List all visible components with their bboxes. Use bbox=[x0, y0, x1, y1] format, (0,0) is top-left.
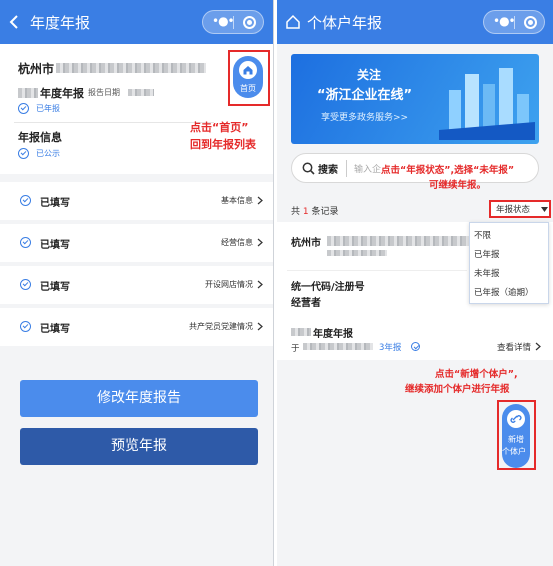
annotation-home-1: 点击“首页” bbox=[190, 121, 249, 134]
row-status: 已填写 bbox=[40, 324, 70, 335]
count-suffix: 条记录 bbox=[311, 207, 339, 217]
check-circle-icon bbox=[20, 195, 31, 206]
filter-label: 年报状态 bbox=[496, 205, 531, 215]
check-circle-icon bbox=[20, 237, 31, 248]
record-status: 3年报 bbox=[379, 343, 402, 353]
reported-check-icon bbox=[18, 103, 29, 114]
status-reported: 已年报 bbox=[36, 104, 60, 113]
banner-line-1: 关注 bbox=[357, 68, 382, 82]
card-divider bbox=[14, 122, 214, 123]
company-city: 杭州市 bbox=[18, 62, 55, 76]
capsule-divider bbox=[233, 16, 234, 29]
preview-report-button[interactable]: 预览年报 bbox=[20, 428, 258, 465]
row-status: 已填写 bbox=[40, 198, 70, 209]
chevron-right-icon bbox=[257, 322, 263, 331]
row-online-store[interactable]: 已填写 开设网店情况 bbox=[0, 266, 273, 304]
record-name-redacted bbox=[327, 236, 477, 246]
mini-program-capsule[interactable]: •●• bbox=[483, 10, 545, 34]
city-illustration-icon bbox=[439, 68, 535, 140]
record-city: 杭州市 bbox=[291, 238, 321, 249]
report-date-redacted bbox=[128, 89, 154, 96]
chevron-right-icon bbox=[257, 280, 263, 289]
home-highlight-box bbox=[228, 50, 270, 106]
count-value: 1 bbox=[302, 207, 309, 217]
record-name-redacted-2 bbox=[327, 250, 387, 256]
annotation-add-2: 继续添加个体户进行年报 bbox=[405, 384, 510, 395]
annotation-status-1: 点击“年报状态”,选择“未年报” bbox=[381, 165, 515, 176]
check-circle-icon bbox=[20, 279, 31, 290]
row-status: 已填写 bbox=[40, 282, 70, 293]
annual-report-detail-screen: 年度年报 •●• 杭州市 年度年报 报告日期 已年报 年报信息 已公示 首页 点… bbox=[0, 0, 274, 566]
dropdown-option-unreported[interactable]: 未年报 bbox=[474, 267, 500, 279]
record-prefix: 于 bbox=[291, 344, 300, 354]
individual-business-report-screen: 个体户年报 •●• 关注 “浙江企业在线” 享受更多政务服务>> 搜索 输入企 … bbox=[277, 0, 553, 566]
back-icon[interactable] bbox=[8, 14, 20, 30]
status-dropdown: 不限 已年报 未年报 已年报（逾期） bbox=[469, 222, 549, 304]
status-public: 已公示 bbox=[36, 149, 60, 158]
chevron-right-icon bbox=[535, 342, 541, 351]
row-name: 基本信息 bbox=[221, 196, 253, 205]
more-icon[interactable]: •●• bbox=[212, 14, 235, 28]
report-status-filter[interactable]: 年报状态 bbox=[489, 200, 551, 218]
promo-banner[interactable]: 关注 “浙江企业在线” 享受更多政务服务>> bbox=[291, 54, 539, 144]
modify-report-button[interactable]: 修改年度报告 bbox=[20, 380, 258, 417]
row-business-info[interactable]: 已填写 经营信息 bbox=[0, 224, 273, 262]
row-name: 共产党员党建情况 bbox=[189, 322, 253, 331]
close-mini-program-icon[interactable] bbox=[524, 16, 537, 29]
operator-label: 经营者 bbox=[291, 298, 321, 309]
page-title: 年度年报 bbox=[30, 14, 91, 32]
page-title: 个体户年报 bbox=[307, 14, 383, 32]
record-year-title: 年度年报 bbox=[313, 329, 353, 340]
dropdown-option-overdue[interactable]: 已年报（逾期） bbox=[474, 286, 534, 298]
annotation-home-2: 回到年报列表 bbox=[190, 138, 256, 151]
more-icon[interactable]: •●• bbox=[493, 14, 516, 28]
top-bar: 年度年报 •●• bbox=[0, 0, 273, 44]
record-date-redacted bbox=[303, 343, 373, 350]
status-check-icon bbox=[411, 342, 420, 351]
company-name-redacted bbox=[56, 63, 206, 73]
report-info-title: 年报信息 bbox=[18, 131, 62, 144]
annotation-add-1: 点击“新增个体户”, bbox=[435, 369, 518, 380]
row-name: 经营信息 bbox=[221, 238, 253, 247]
row-basic-info[interactable]: 已填写 基本信息 bbox=[0, 182, 273, 220]
year-report-title: 年度年报 bbox=[40, 87, 84, 100]
chevron-right-icon bbox=[257, 196, 263, 205]
home-outline-icon[interactable] bbox=[285, 14, 301, 30]
public-check-icon bbox=[18, 148, 29, 159]
view-detail-link[interactable]: 查看详情 bbox=[497, 341, 531, 353]
row-name: 开设网店情况 bbox=[205, 280, 253, 289]
capsule-divider bbox=[514, 16, 515, 29]
count-prefix: 共 bbox=[291, 207, 301, 217]
mini-program-capsule[interactable]: •●• bbox=[202, 10, 264, 34]
check-circle-icon bbox=[20, 321, 31, 332]
row-party-building[interactable]: 已填写 共产党员党建情况 bbox=[0, 308, 273, 346]
search-label[interactable]: 搜索 bbox=[318, 161, 338, 176]
dropdown-option-any[interactable]: 不限 bbox=[474, 229, 491, 241]
year-redacted bbox=[291, 328, 311, 336]
banner-line-2: “浙江企业在线” bbox=[317, 88, 413, 103]
dropdown-option-reported[interactable]: 已年报 bbox=[474, 248, 500, 260]
top-bar: 个体户年报 •●• bbox=[277, 0, 553, 44]
row-status: 已填写 bbox=[40, 240, 70, 251]
search-input[interactable]: 输入企 bbox=[354, 162, 381, 175]
close-mini-program-icon[interactable] bbox=[243, 16, 256, 29]
company-card: 杭州市 年度年报 报告日期 已年报 年报信息 已公示 首页 点击“首页” 回到年… bbox=[0, 44, 273, 174]
annotation-status-2: 可继续年报。 bbox=[429, 180, 487, 191]
chevron-right-icon bbox=[257, 238, 263, 247]
record-divider bbox=[287, 270, 467, 271]
search-divider bbox=[346, 160, 347, 177]
credit-code-label: 统一代码/注册号 bbox=[291, 282, 365, 293]
add-highlight-box bbox=[497, 400, 536, 470]
record-count: 共 1 条记录 bbox=[291, 204, 339, 217]
search-icon bbox=[302, 162, 315, 175]
caret-down-icon bbox=[541, 207, 548, 212]
banner-line-3: 享受更多政务服务>> bbox=[321, 113, 409, 123]
report-date-label: 报告日期 bbox=[88, 88, 120, 97]
year-redacted bbox=[18, 88, 38, 98]
